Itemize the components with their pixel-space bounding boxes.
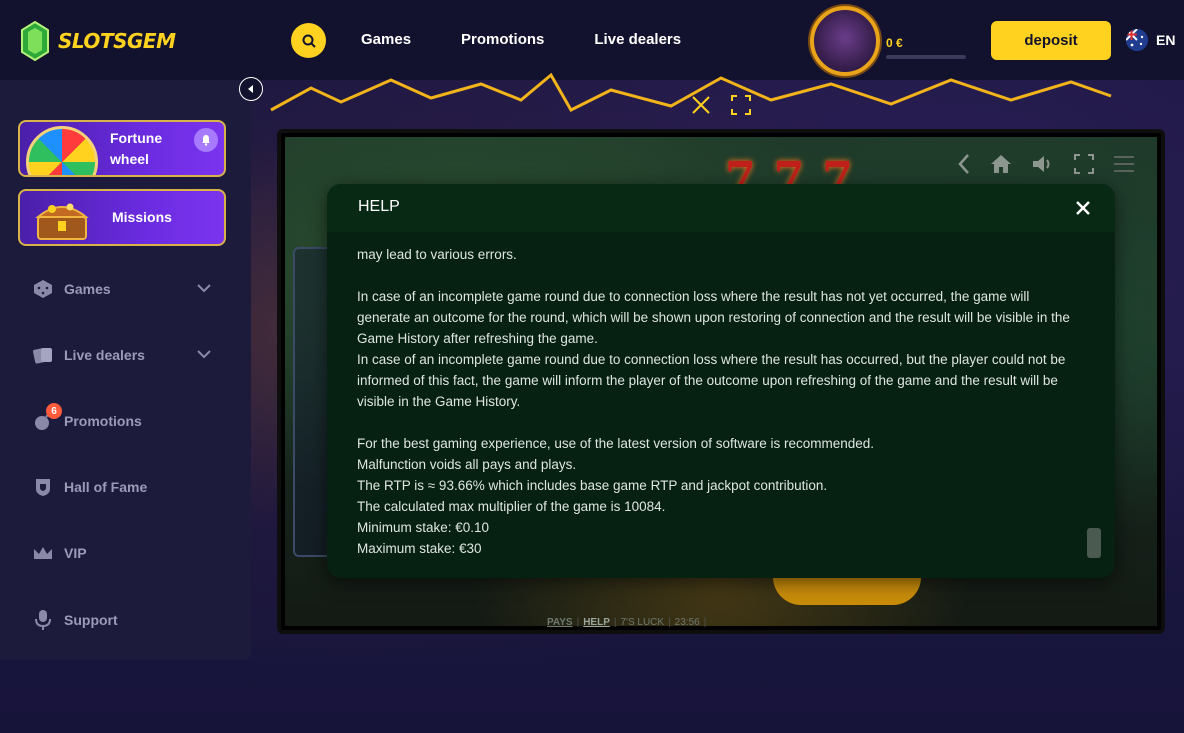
help-text: Minimum stake: €0.10 xyxy=(357,520,490,535)
help-text: Malfunction voids all pays and plays. xyxy=(357,457,577,472)
cards-icon xyxy=(32,344,54,366)
logo[interactable]: SLOTSGEM xyxy=(20,20,176,62)
language-label: EN xyxy=(1156,32,1176,48)
help-text: may lead to various errors. xyxy=(357,247,517,262)
fortune-wheel-card[interactable]: Fortune wheel xyxy=(18,120,226,177)
help-scrollbar-thumb[interactable] xyxy=(1087,528,1101,558)
help-text: The RTP is ≈ 93.66% which includes base … xyxy=(357,478,828,493)
game-clock: 23:56 xyxy=(674,617,700,628)
sidebar-item-games[interactable]: Games xyxy=(32,276,222,302)
fullscreen-icon[interactable] xyxy=(1073,153,1095,175)
help-text: In case of an incomplete game round due … xyxy=(357,352,1066,409)
help-text: The calculated max multiplier of the gam… xyxy=(357,499,666,514)
balance-amount: 0 € xyxy=(886,36,903,50)
close-icon[interactable] xyxy=(690,94,712,116)
game-toolbar xyxy=(957,153,1135,175)
shield-icon xyxy=(32,476,54,498)
back-icon[interactable] xyxy=(957,153,971,175)
lightning-decoration xyxy=(270,72,1112,112)
help-link[interactable]: HELP xyxy=(583,617,610,628)
help-text: In case of an incomplete game round due … xyxy=(357,289,1070,346)
sidebar-item-label: Games xyxy=(64,281,111,297)
nav-promotions[interactable]: Promotions xyxy=(461,31,544,48)
microphone-icon xyxy=(32,609,54,631)
frame-controls xyxy=(690,94,752,116)
fullscreen-icon[interactable] xyxy=(730,94,752,116)
crown-icon xyxy=(32,542,54,564)
game-footer: PAYS | HELP | 7'S LUCK | 23:56 | xyxy=(547,617,707,628)
brand-name: SLOTSGEM xyxy=(58,29,176,53)
sidebar-item-vip[interactable]: VIP xyxy=(32,540,222,566)
sidebar-item-label: Support xyxy=(64,612,118,628)
game-name: 7'S LUCK xyxy=(620,617,665,628)
sidebar-item-label: Hall of Fame xyxy=(64,479,148,495)
level-progress-bar xyxy=(886,55,966,59)
help-modal-body[interactable]: may lead to various errors. In case of a… xyxy=(357,244,1077,564)
nav-games[interactable]: Games xyxy=(361,31,411,48)
main-nav: Games Promotions Live dealers xyxy=(361,31,681,48)
spin-button[interactable] xyxy=(773,577,921,605)
promotions-count-badge: 6 xyxy=(46,403,62,419)
help-text: Maximum stake: €30 xyxy=(357,541,482,556)
sidebar-item-label: VIP xyxy=(64,545,87,561)
missions-label: Missions xyxy=(112,209,172,225)
deposit-button[interactable]: deposit xyxy=(991,21,1111,60)
search-icon xyxy=(302,34,316,48)
flag-icon xyxy=(1126,29,1148,51)
search-button[interactable] xyxy=(291,23,326,58)
sidebar-item-live-dealers[interactable]: Live dealers xyxy=(32,342,222,368)
bell-icon[interactable] xyxy=(194,128,218,152)
nav-live-dealers[interactable]: Live dealers xyxy=(594,31,681,48)
sidebar-item-support[interactable]: Support xyxy=(32,607,222,633)
sidebar-item-label: Promotions xyxy=(64,413,142,429)
chevron-down-icon xyxy=(197,350,211,359)
chevron-down-icon xyxy=(197,284,211,293)
help-text: For the best gaming experience, use of t… xyxy=(357,436,875,451)
gem-logo-icon xyxy=(21,21,49,61)
dice-icon xyxy=(32,278,54,300)
fortune-wheel-icon xyxy=(26,126,98,175)
help-modal: HELP may lead to various errors. In case… xyxy=(327,184,1115,578)
help-modal-header: HELP xyxy=(327,184,1115,232)
home-icon[interactable] xyxy=(989,153,1013,175)
sound-icon[interactable] xyxy=(1031,153,1055,175)
user-avatar[interactable] xyxy=(810,6,880,76)
treasure-chest-icon xyxy=(35,203,89,240)
sidebar-item-hall-of-fame[interactable]: Hall of Fame xyxy=(32,474,222,500)
menu-icon[interactable] xyxy=(1113,154,1135,174)
sidebar: Fortune wheel Missions Games Live dealer… xyxy=(0,80,251,660)
fortune-wheel-label: Fortune wheel xyxy=(110,130,163,167)
close-icon[interactable] xyxy=(1073,198,1093,218)
help-modal-title: HELP xyxy=(358,198,400,215)
pays-link[interactable]: PAYS xyxy=(547,617,573,628)
sidebar-item-label: Live dealers xyxy=(64,347,145,363)
missions-card[interactable]: Missions xyxy=(18,189,226,246)
top-header: SLOTSGEM Games Promotions Live dealers 0… xyxy=(0,0,1184,80)
language-selector[interactable]: EN xyxy=(1126,29,1175,51)
